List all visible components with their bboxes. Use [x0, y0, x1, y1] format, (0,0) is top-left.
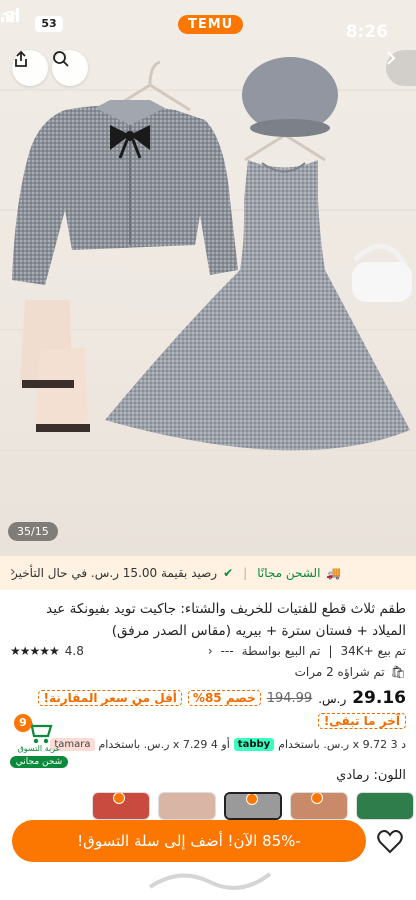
seller-name[interactable]: ---: [221, 644, 234, 658]
search-icon: [53, 51, 69, 67]
cart-free-shipping: شحن مجاني: [10, 756, 68, 768]
chevron-left-icon: ‹: [10, 564, 16, 580]
tamara-installment-text: أو 4 x 7.29 ر.س. باستخدام: [98, 738, 230, 751]
bag-icon: 🛍: [390, 665, 406, 679]
divider: |: [328, 644, 333, 658]
floating-cart-button[interactable]: 9 عربة التسوق شحن مجاني: [8, 712, 70, 770]
swatch-pink[interactable]: [158, 792, 216, 820]
watermark-logo: [148, 872, 272, 890]
heart-icon: [377, 830, 403, 854]
product-title: طقم ثلاث قطع للفتيات للخريف والشتاء: جاك…: [46, 601, 406, 639]
status-bar: 53 TEMU 8:26: [0, 8, 416, 42]
discount-badge: خصم 85%: [187, 690, 261, 706]
sold-count: تم بيع +34K: [340, 644, 407, 658]
bought-count: 🛍 تم شراؤه 2 مرات: [295, 665, 406, 679]
truck-icon: 🚚: [326, 566, 342, 580]
check-icon: ✔: [223, 566, 234, 580]
hot-badge: [311, 793, 323, 804]
share-button[interactable]: [12, 50, 48, 86]
price-row: 29.16 ر.س. 194.99 خصم 85% أقل من سعر الم…: [38, 688, 406, 708]
cart-label: عربة التسوق: [17, 744, 61, 753]
cart-count: 9: [14, 714, 32, 732]
battery-indicator: 53: [35, 16, 63, 32]
swatch-fill: [159, 793, 215, 819]
shipping-bar[interactable]: 🚚 الشحن مجانًا | ✔ رصيد بقيمة 15.00 ر.س.…: [0, 556, 416, 590]
swatch-fill: [357, 793, 413, 819]
hot-badge: [246, 794, 258, 805]
tabby-installment-text: د 3 x 9.72 ر.س. باستخدام: [278, 738, 406, 751]
rating-value: 4.8: [64, 644, 84, 658]
share-icon: [15, 50, 27, 67]
chevron-right-icon: [387, 51, 396, 65]
swatch-red[interactable]: [92, 792, 150, 820]
sold-by-label: تم البيع بواسطة: [241, 644, 321, 658]
installments-row[interactable]: د 3 x 9.72 ر.س. باستخدام tabby أو 4 x 7.…: [50, 738, 406, 751]
search-button[interactable]: [52, 50, 88, 86]
currency: ر.س.: [318, 692, 347, 706]
wishlist-button[interactable]: [376, 828, 404, 856]
add-to-cart-button[interactable]: -85% الآن! أضف إلى سلة التسوق!: [12, 820, 366, 862]
lowest-price-badge: أقل من سعر المقارنة!: [38, 690, 182, 706]
image-counter: 35/15: [8, 522, 58, 541]
divider: |: [243, 566, 248, 580]
original-price: 194.99: [266, 690, 313, 706]
temu-logo: TEMU: [178, 15, 244, 34]
clock: 8:26: [345, 22, 388, 42]
rating-row[interactable]: ★★★★★ 4.8 تم بيع +34K | تم البيع بواسطة …: [10, 641, 406, 661]
rating-stars: ★★★★★: [10, 644, 60, 658]
chevron-left-icon: ‹: [207, 644, 213, 658]
free-shipping-label: الشحن مجانًا: [257, 566, 321, 580]
tabby-logo: tabby: [233, 738, 275, 751]
current-price: 29.16 ر.س.: [318, 688, 406, 708]
signal-icon: [1, 8, 19, 22]
product-image[interactable]: 53 TEMU 8:26 35/15: [0, 0, 416, 556]
color-label: اللون: رمادي: [336, 768, 406, 783]
swatch-camel[interactable]: [290, 792, 348, 820]
delay-credit-label: رصيد بقيمة 15.00 ر.س. في حال التأخير: [12, 566, 218, 580]
price-value: 29.16: [352, 688, 406, 708]
next-image-button[interactable]: [386, 50, 416, 86]
bought-count-label: تم شراؤه 2 مرات: [294, 665, 385, 679]
swatch-green[interactable]: [356, 792, 414, 820]
color-swatches: [92, 792, 414, 820]
swatch-gray[interactable]: [224, 792, 282, 820]
last-chance-badge: آخر ما تبقى!: [317, 713, 406, 729]
hot-badge: [113, 793, 125, 804]
